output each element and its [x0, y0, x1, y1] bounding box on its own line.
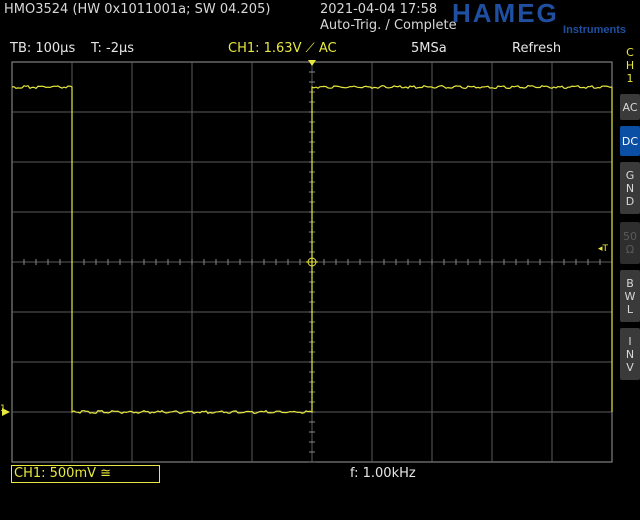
trigger-level-marker: ◂T — [598, 244, 609, 254]
markers: ◂T 1 — [0, 60, 609, 416]
trace — [11, 84, 613, 415]
sidebar-button-bwl[interactable]: BWL — [620, 270, 640, 322]
channel-label: CH1 — [625, 46, 635, 85]
sidebar-button-dc[interactable]: DC — [620, 126, 640, 156]
trace-series-0 — [11, 84, 613, 415]
sidebar-button-inv[interactable]: INV — [620, 328, 640, 380]
sidebar-button-ac[interactable]: AC — [620, 94, 640, 120]
frequency-readout: f: 1.00kHz — [350, 466, 416, 481]
sidebar-button-50ω[interactable]: 50 Ω — [620, 222, 640, 264]
scope-display: ◂T 1 — [0, 60, 613, 463]
trigger-time-marker — [308, 60, 316, 66]
ground-marker-label: 1 — [0, 404, 6, 414]
sidebar-button-gnd[interactable]: GND — [620, 162, 640, 214]
channel-scale-box[interactable]: CH1: 500mV ≅ — [11, 465, 160, 483]
channel-scale: CH1: 500mV ≅ — [14, 466, 112, 481]
